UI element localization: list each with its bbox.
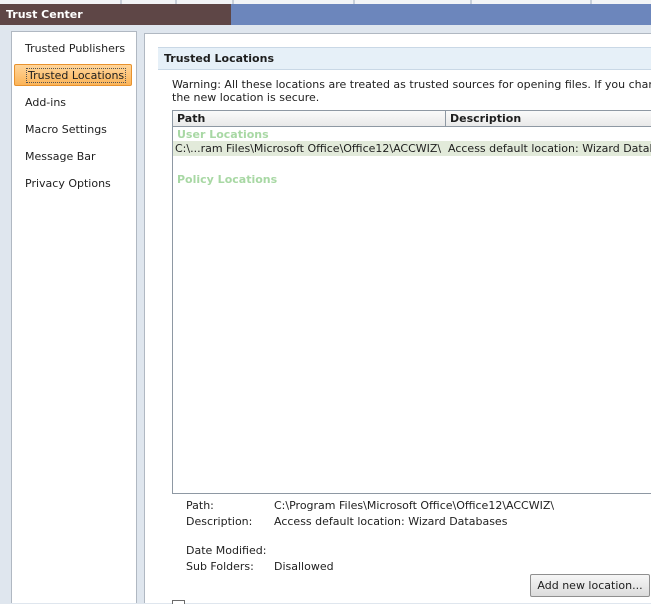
detail-sub-folders-label: Sub Folders: [186,560,254,573]
detail-description-label: Description: [186,515,253,528]
nav-item-trusted-locations[interactable]: Trusted Locations [14,64,132,86]
column-header-path[interactable]: Path [177,112,205,125]
column-headers: Path Description [173,111,651,127]
column-divider[interactable] [445,111,446,126]
detail-path-value: C:\Program Files\Microsoft Office\Office… [274,499,555,512]
add-new-location-label: Add new location... [537,579,643,592]
warning-text: Warning: All these locations are treated… [172,78,651,104]
nav-item-label: Macro Settings [25,123,107,136]
detail-sub-folders-value: Disallowed [274,560,334,573]
nav-item-trusted-publishers[interactable]: Trusted Publishers [14,38,132,60]
nav-item-label: Trusted Locations [26,68,127,83]
warning-line-2: the new location is secure. [172,91,320,104]
detail-description-value: Access default location: Wizard Database… [274,515,508,528]
group-user-locations: User Locations [177,128,269,141]
add-new-location-button[interactable]: Add new location... [530,574,650,597]
title-bar: Trust Center [0,0,651,25]
title-bar-top-strip [0,0,651,4]
section-title: Trusted Locations [164,52,274,65]
main-content-pane: Trusted Locations Warning: All these loc… [144,33,651,604]
nav-item-label: Add-ins [25,96,67,109]
navigation-pane: Trusted Publishers Trusted Locations Add… [11,31,137,603]
checkbox[interactable] [172,600,185,604]
nav-item-macro-settings[interactable]: Macro Settings [14,119,132,141]
nav-item-add-ins[interactable]: Add-ins [14,92,132,114]
section-header: Trusted Locations [158,47,651,70]
warning-line-1: Warning: All these locations are treated… [172,78,651,91]
nav-item-privacy-options[interactable]: Privacy Options [14,173,132,195]
row-path: C:\...ram Files\Microsoft Office\Office1… [175,142,442,155]
row-description: Access default location: Wizard Databas [448,142,651,155]
detail-date-modified-label: Date Modified: [186,544,267,557]
window-title: Trust Center [6,8,83,21]
nav-item-label: Message Bar [25,150,96,163]
group-policy-locations: Policy Locations [177,173,278,186]
nav-item-message-bar[interactable]: Message Bar [14,146,132,168]
trusted-locations-list[interactable]: Path Description User Locations C:\...ra… [172,110,651,494]
detail-path-label: Path: [186,499,214,512]
nav-item-label: Privacy Options [25,177,111,190]
column-header-description[interactable]: Description [450,112,521,125]
nav-item-label: Trusted Publishers [25,42,126,55]
list-row-accwiz[interactable]: C:\...ram Files\Microsoft Office\Office1… [173,141,651,156]
